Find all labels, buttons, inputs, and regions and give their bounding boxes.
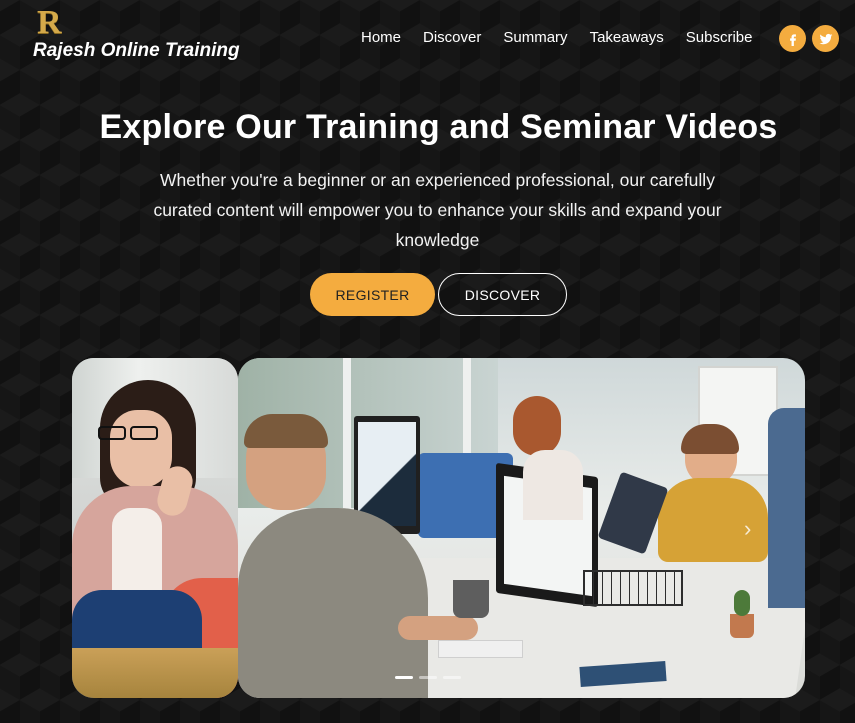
nav-discover[interactable]: Discover xyxy=(423,29,481,47)
man-hand xyxy=(398,616,478,640)
yellow-hoodie xyxy=(658,478,768,562)
nav-subscribe[interactable]: Subscribe xyxy=(686,29,753,47)
hero-subtitle: Whether you're a beginner or an experien… xyxy=(153,170,722,250)
twitter-icon[interactable] xyxy=(812,25,839,52)
register-button[interactable]: REGISTER xyxy=(310,273,435,316)
wire-basket xyxy=(583,570,683,606)
nav-home[interactable]: Home xyxy=(361,29,401,47)
glasses-left-icon xyxy=(98,426,126,440)
background-woman-body xyxy=(523,450,583,520)
man-sweater xyxy=(238,508,428,698)
nav-summary[interactable]: Summary xyxy=(503,29,567,47)
foreground-object xyxy=(72,648,238,698)
glasses-right-icon xyxy=(130,426,158,440)
carousel-slide-office[interactable] xyxy=(238,358,805,698)
keyboard xyxy=(438,640,523,658)
plant-pot xyxy=(730,614,754,638)
brand-name: Rajesh Online Training xyxy=(33,40,240,61)
carousel-dot[interactable] xyxy=(395,676,413,679)
facebook-icon[interactable] xyxy=(779,25,806,52)
carousel-slide-woman[interactable] xyxy=(72,358,238,698)
man-hair xyxy=(244,414,328,448)
monitor-screen-1 xyxy=(358,422,416,526)
plant-icon xyxy=(734,590,750,616)
social-links xyxy=(779,25,839,52)
window-frame xyxy=(343,358,351,518)
carousel-next-icon[interactable]: › xyxy=(744,516,751,542)
logo-mark: R xyxy=(37,4,62,41)
carousel-dot[interactable] xyxy=(443,676,461,679)
carousel-dots xyxy=(395,676,461,679)
nav-takeaways[interactable]: Takeaways xyxy=(590,29,664,47)
discover-button[interactable]: DISCOVER xyxy=(438,273,567,316)
brand-logo[interactable]: R Rajesh Online Training xyxy=(33,4,253,64)
fourth-person xyxy=(768,408,805,608)
coffee-mug-icon xyxy=(453,580,489,618)
background-woman-hair xyxy=(513,396,561,456)
hero-title: Explore Our Training and Seminar Videos xyxy=(99,108,778,146)
carousel-dot[interactable] xyxy=(419,676,437,679)
main-nav: Home Discover Summary Takeaways Subscrib… xyxy=(361,29,774,47)
